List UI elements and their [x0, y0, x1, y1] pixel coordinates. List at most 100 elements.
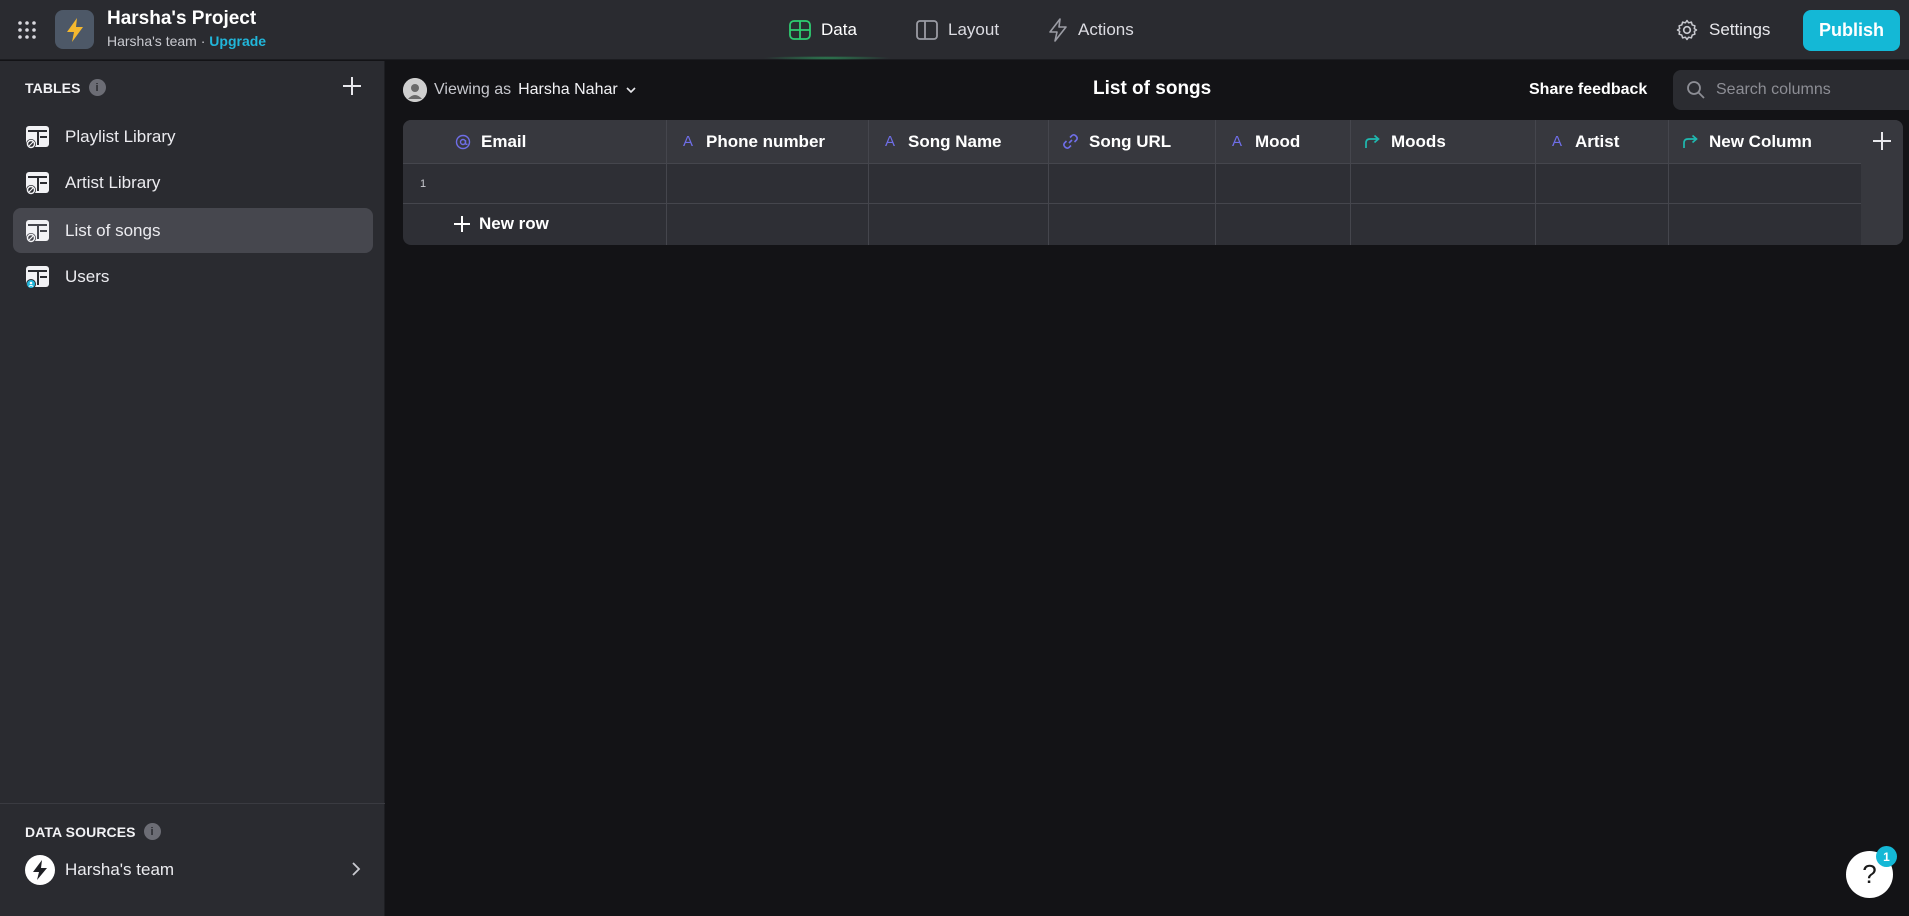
sidebar-item-label: Artist Library — [65, 172, 161, 192]
lightning-icon — [1049, 18, 1067, 42]
layout-icon — [916, 20, 938, 40]
sidebar-item-playlist-library[interactable]: Playlist Library — [13, 114, 373, 159]
info-icon[interactable]: i — [88, 79, 106, 96]
table-cell[interactable] — [1216, 164, 1350, 204]
info-icon[interactable]: i — [143, 823, 161, 840]
table-icon — [25, 124, 51, 150]
column-header-song-name[interactable]: A Song Name — [869, 120, 1048, 164]
viewing-user: Harsha Nahar — [518, 81, 618, 98]
sidebar-item-label: Users — [65, 266, 110, 286]
tab-layout[interactable]: Layout — [916, 0, 999, 60]
project-logo[interactable] — [55, 10, 94, 49]
new-row-button[interactable]: New row — [453, 214, 549, 234]
sidebar-item-list-of-songs[interactable]: List of songs — [13, 208, 373, 253]
table-cell[interactable] — [667, 204, 868, 245]
column-moods: Moods — [1351, 120, 1536, 245]
tab-data[interactable]: Data — [789, 0, 857, 60]
text-type-icon: A — [682, 133, 693, 150]
upgrade-link[interactable]: Upgrade — [209, 33, 266, 49]
email-icon — [455, 134, 471, 149]
notification-badge: 1 — [1876, 846, 1897, 867]
search-columns-field[interactable] — [1673, 70, 1909, 110]
column-new-column: New Column — [1669, 120, 1864, 245]
add-table-button[interactable] — [340, 74, 364, 98]
table-cell[interactable] — [1669, 204, 1863, 245]
viewing-prefix: Viewing as — [434, 81, 512, 98]
column-header-label: Phone number — [706, 131, 826, 151]
tab-actions-label: Actions — [1078, 20, 1134, 39]
search-columns-input[interactable] — [1716, 81, 1896, 99]
table-cell[interactable] — [1049, 204, 1215, 245]
column-header-moods[interactable]: Moods — [1351, 120, 1535, 164]
column-header-label: New Column — [1709, 131, 1812, 151]
table-cell[interactable] — [1216, 204, 1350, 245]
gear-icon — [1676, 19, 1698, 41]
column-header-email[interactable]: Email — [403, 120, 666, 164]
relation-icon — [1683, 134, 1698, 148]
table-cell[interactable] — [869, 164, 1048, 204]
sidebar: TABLES i Playlist Library Artist Library… — [0, 61, 385, 916]
separator: · — [200, 33, 206, 49]
table-cell[interactable] — [1351, 164, 1535, 204]
column-mood: A Mood — [1216, 120, 1351, 245]
avatar — [403, 78, 427, 102]
column-header-new-column[interactable]: New Column — [1669, 120, 1863, 164]
column-header-song-url[interactable]: Song URL — [1049, 120, 1215, 164]
text-type-icon: A — [884, 133, 895, 150]
relation-icon — [1365, 134, 1380, 148]
plus-icon — [343, 77, 361, 95]
team-line: Harsha's team · Upgrade — [107, 33, 266, 49]
sidebar-item-users[interactable]: Users — [13, 254, 373, 299]
table-cell[interactable] — [1049, 164, 1215, 204]
tab-actions[interactable]: Actions — [1048, 0, 1134, 60]
chevron-right-icon — [351, 861, 361, 877]
publish-button[interactable]: Publish — [1803, 10, 1900, 51]
data-source-item[interactable]: Harsha's team — [13, 846, 373, 894]
column-header-label: Email — [481, 131, 527, 151]
data-sources-header-label: DATA SOURCES — [25, 823, 136, 840]
add-column-strip — [1861, 120, 1903, 245]
settings-button[interactable]: Settings — [1675, 0, 1770, 60]
table-cell[interactable] — [667, 164, 868, 204]
column-header-label: Song URL — [1089, 131, 1172, 151]
page-title: List of songs — [1093, 78, 1212, 99]
table-cell[interactable] — [1536, 164, 1668, 204]
tab-layout-label: Layout — [948, 20, 1000, 39]
share-feedback-button[interactable]: Share feedback — [1529, 81, 1647, 99]
project-title[interactable]: Harsha's Project — [107, 8, 256, 30]
active-tab-indicator — [762, 56, 892, 60]
data-source-label: Harsha's team — [65, 860, 175, 879]
column-header-label: Artist — [1575, 131, 1620, 151]
column-song-url: Song URL — [1049, 120, 1216, 245]
tables-header-label: TABLES — [25, 79, 81, 96]
text-type-icon: A — [1551, 133, 1562, 150]
table-cell[interactable] — [1536, 204, 1668, 245]
table-cell[interactable] — [1351, 204, 1535, 245]
sidebar-item-artist-library[interactable]: Artist Library — [13, 160, 373, 205]
table-cell[interactable] — [869, 204, 1048, 245]
tables-header: TABLES i — [25, 79, 106, 96]
column-header-phone-number[interactable]: A Phone number — [667, 120, 868, 164]
apps-grid-icon[interactable] — [17, 20, 37, 40]
add-column-button[interactable] — [1871, 130, 1893, 152]
plus-icon — [454, 216, 470, 232]
table-icon — [789, 20, 811, 40]
text-type-icon: A — [1231, 133, 1242, 150]
plus-icon — [1873, 132, 1891, 150]
table-cell[interactable] — [1669, 164, 1863, 204]
lightning-logo-icon — [66, 17, 83, 42]
column-phone-number: A Phone number — [667, 120, 869, 245]
viewing-as-selector[interactable]: Viewing as Harsha Nahar — [403, 78, 637, 102]
data-sources-header: DATA SOURCES i — [25, 823, 161, 840]
team-name: Harsha's team — [107, 33, 197, 49]
column-header-artist[interactable]: A Artist — [1536, 120, 1668, 164]
column-song-name: A Song Name — [869, 120, 1049, 245]
table-cell[interactable] — [403, 164, 666, 204]
data-grid: Email 1 New row A Phone number A Song Na… — [403, 120, 1903, 245]
column-header-mood[interactable]: A Mood — [1216, 120, 1350, 164]
sidebar-item-label: Playlist Library — [65, 126, 176, 146]
column-email: Email 1 New row — [403, 120, 667, 245]
settings-label: Settings — [1709, 20, 1771, 39]
chevron-down-icon — [626, 87, 636, 94]
sidebar-item-label: List of songs — [65, 220, 161, 240]
